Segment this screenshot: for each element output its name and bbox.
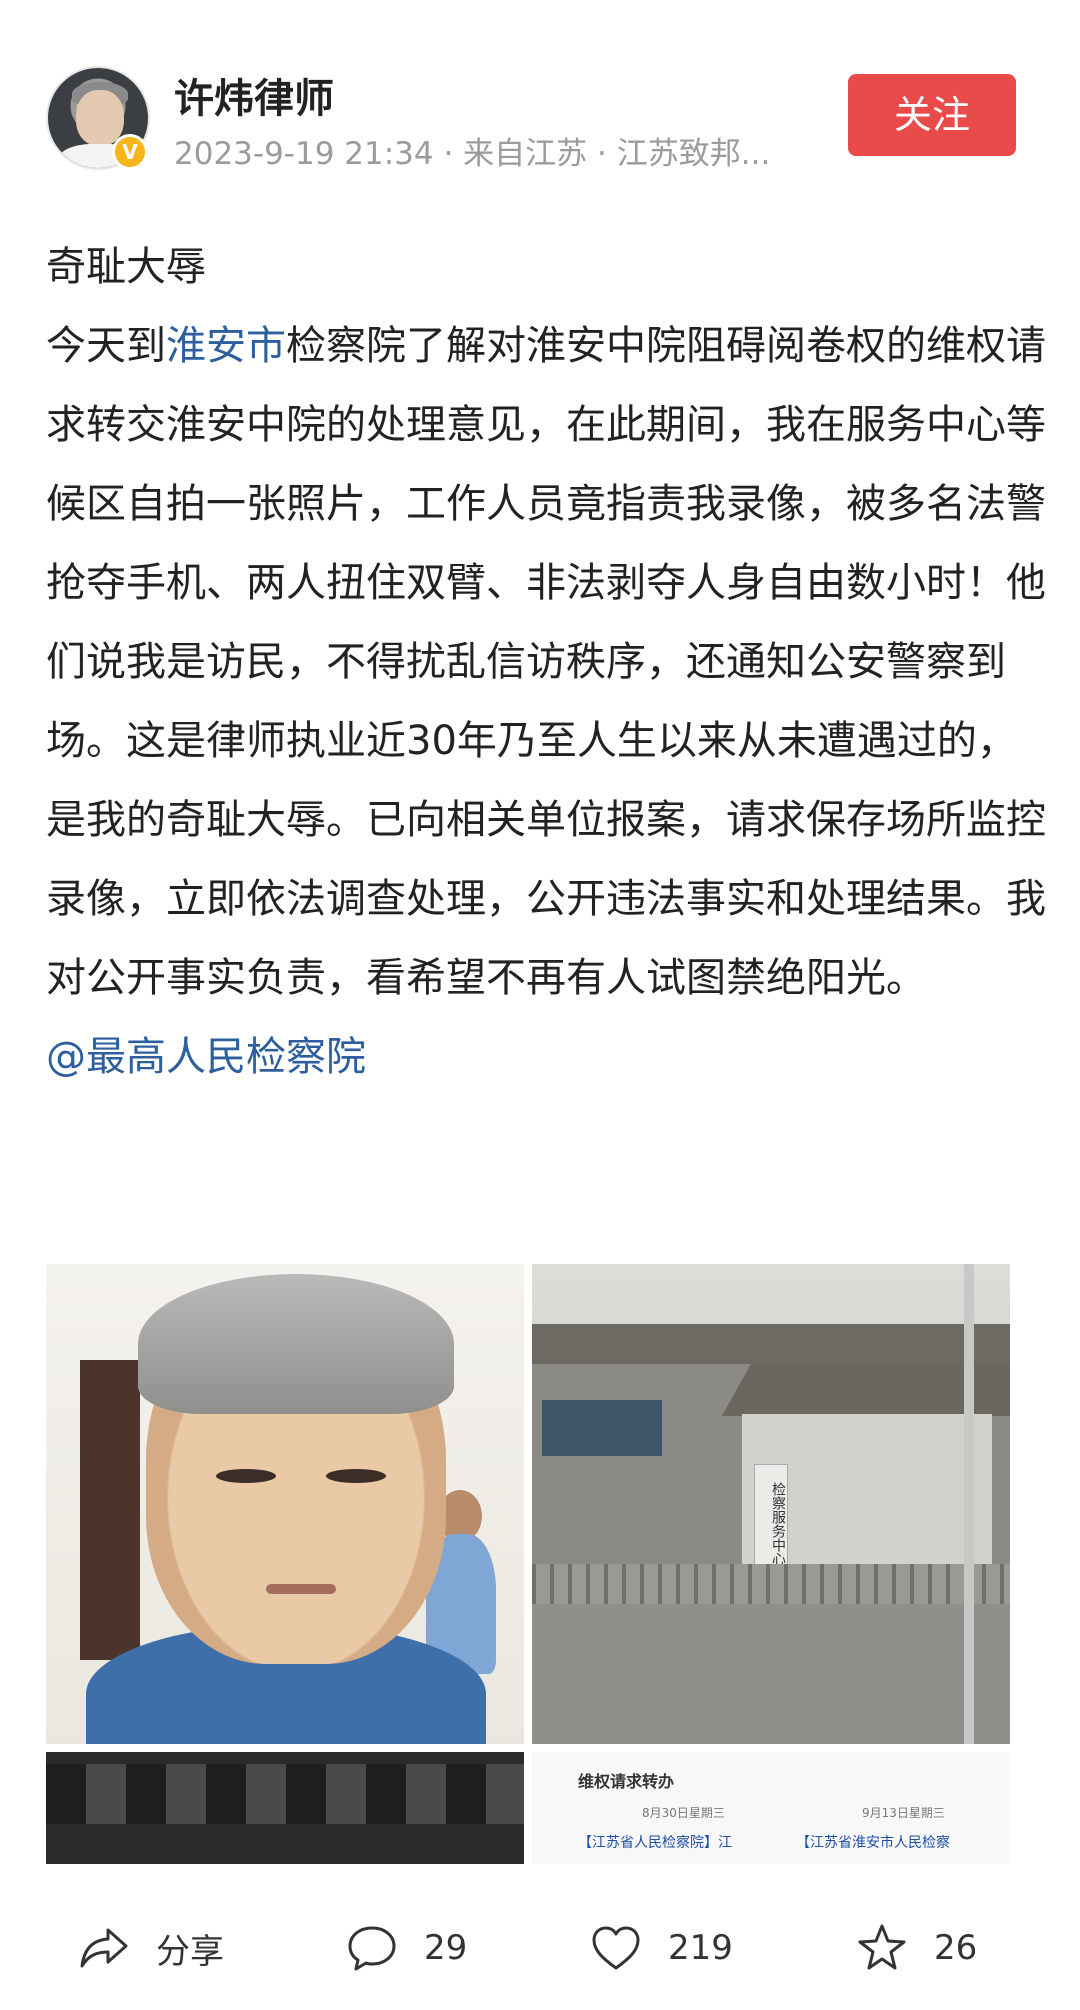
post-text-prefix: 今天到 xyxy=(46,323,166,369)
doc-tag: 【江苏省人民检察院】江 xyxy=(578,1835,732,1851)
roof-shape xyxy=(532,1324,1010,1364)
share-button[interactable]: 分享 xyxy=(78,1918,224,1978)
hair-shape xyxy=(138,1274,454,1414)
doc-date: 9月13日星期三 xyxy=(862,1806,945,1820)
favorite-count: 26 xyxy=(934,1928,978,1968)
window-shape xyxy=(592,1400,662,1456)
post-header: V 许炜律师 2023-9-19 21:34 · 来自江苏 · 江苏致邦... … xyxy=(0,0,1080,200)
image-document[interactable]: 维权请求转办 8月30日星期三 9月13日星期三 【江苏省人民检察院】江 【江苏… xyxy=(532,1752,1010,1864)
share-label: 分享 xyxy=(156,1931,224,1972)
doc-tag: 【江苏省淮安市人民检察 xyxy=(796,1835,950,1851)
heart-icon xyxy=(592,1926,640,1970)
like-count: 219 xyxy=(668,1928,733,1968)
comment-icon xyxy=(348,1926,396,1971)
eye-left-shape xyxy=(216,1469,276,1483)
mouth-shape xyxy=(266,1584,336,1594)
eye-right-shape xyxy=(326,1469,386,1483)
post-text: 检察院了解对淮安中院阻碍阅卷权的维权请求转交淮安中院的处理意见，在此期间，我在服… xyxy=(46,323,1046,1001)
image-building[interactable]: 检察服务中心 xyxy=(532,1264,1010,1744)
post-meta: 2023-9-19 21:34 · 来自江苏 · 江苏致邦... xyxy=(174,136,771,172)
comment-count: 29 xyxy=(424,1928,468,1968)
like-button[interactable]: 219 xyxy=(590,1918,733,1978)
image-grid: 检察服务中心 维权请求转办 8月30日星期三 9月13日星期三 【江苏省人民检察… xyxy=(46,1264,1010,1864)
share-icon xyxy=(80,1928,128,1968)
doc-title: 维权请求转办 xyxy=(578,1772,675,1791)
image-selfie[interactable] xyxy=(46,1264,524,1744)
image-corridor[interactable] xyxy=(46,1752,524,1864)
comment-button[interactable]: 29 xyxy=(346,1918,467,1978)
follow-button[interactable]: 关注 xyxy=(848,74,1016,156)
door-shape xyxy=(80,1360,140,1660)
author-name[interactable]: 许炜律师 xyxy=(174,66,334,124)
verified-badge-icon: V xyxy=(112,134,148,170)
ceiling-shape xyxy=(46,1764,524,1824)
pole-shape xyxy=(964,1264,974,1744)
favorite-button[interactable]: 26 xyxy=(856,1918,977,1978)
location-link[interactable]: 淮安市 xyxy=(166,323,286,369)
post-body: 奇耻大辱 今天到淮安市检察院了解对淮安中院阻碍阅卷权的维权请求转交淮安中院的处理… xyxy=(46,228,1046,1097)
avatar-face xyxy=(76,90,124,146)
road-shape xyxy=(532,1604,1010,1744)
action-bar: 分享 29 219 26 xyxy=(0,1900,1080,2010)
post-title: 奇耻大辱 xyxy=(46,244,206,290)
star-icon xyxy=(858,1924,906,1970)
mention-link[interactable]: @最高人民检察院 xyxy=(46,1034,366,1080)
doc-date: 8月30日星期三 xyxy=(642,1806,725,1820)
fence-shape xyxy=(532,1564,1010,1604)
